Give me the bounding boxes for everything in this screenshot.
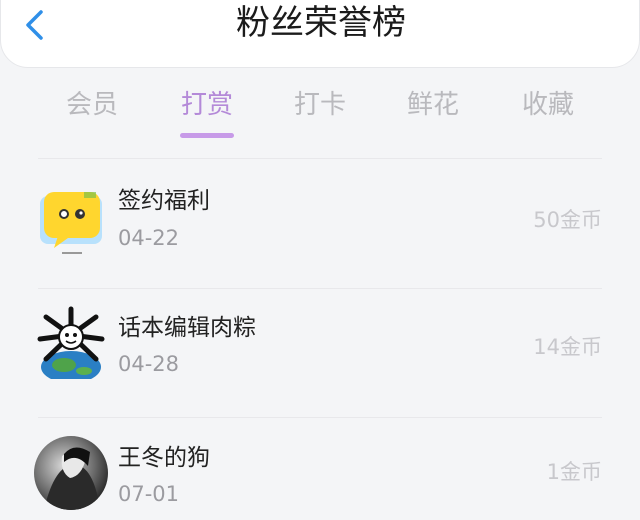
- reward-amount: 1金币: [546, 460, 602, 484]
- tab-checkin[interactable]: 打卡: [265, 88, 375, 122]
- tab-flowers[interactable]: 鲜花: [378, 88, 488, 122]
- tab-bar: 会员 打赏 打卡 鲜花 收藏: [0, 80, 640, 140]
- page: 粉丝荣誉榜 会员 打赏 打卡 鲜花 收藏 签约福利 04-22 50金币 话本编…: [0, 0, 640, 520]
- reward-amount: 50金币: [533, 208, 602, 232]
- list-item[interactable]: 签约福利 04-22 50金币: [0, 152, 640, 280]
- user-name: 签约福利: [118, 188, 210, 214]
- header: 粉丝荣誉榜: [0, 0, 640, 68]
- bug-earth-avatar: [34, 305, 108, 379]
- photo-avatar: [34, 436, 108, 510]
- user-name: 王冬的狗: [118, 445, 210, 471]
- reward-date: 04-28: [118, 352, 180, 376]
- list-item[interactable]: 话本编辑肉粽 04-28 14金币: [0, 289, 640, 417]
- list-item[interactable]: 王冬的狗 07-01 1金币: [0, 418, 640, 520]
- reward-amount: 14金币: [533, 335, 602, 359]
- tab-rewards[interactable]: 打赏: [152, 88, 262, 122]
- tab-favorites[interactable]: 收藏: [493, 88, 603, 122]
- reward-date: 04-22: [118, 226, 180, 250]
- reward-date: 07-01: [118, 482, 180, 506]
- tab-members[interactable]: 会员: [37, 88, 147, 122]
- user-name: 话本编辑肉粽: [118, 315, 256, 341]
- yellow-chat-bubble-avatar: [34, 184, 108, 258]
- page-title: 粉丝荣誉榜: [236, 3, 406, 43]
- active-tab-indicator: [180, 133, 234, 138]
